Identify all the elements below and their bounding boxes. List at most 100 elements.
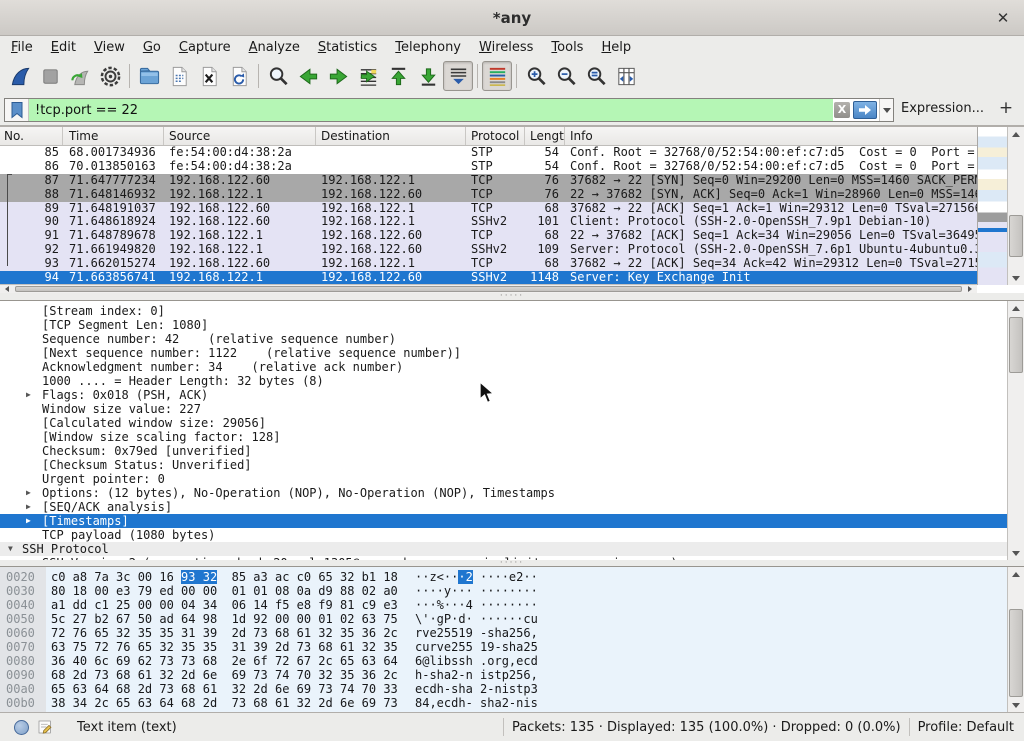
- hex-line[interactable]: 00a065 63 64 68 2d 73 68 61 32 2d 6e 69 …: [0, 682, 1007, 696]
- menu-item-view[interactable]: View: [85, 38, 134, 57]
- collapse-arrow-icon[interactable]: ▼: [8, 542, 13, 556]
- display-filter-field[interactable]: X: [4, 98, 894, 122]
- hex-line[interactable]: 009068 2d 73 68 61 32 2d 6e 69 73 74 70 …: [0, 668, 1007, 682]
- find-packet-button[interactable]: [263, 61, 293, 91]
- menu-item-capture[interactable]: Capture: [170, 38, 240, 57]
- filter-add-button[interactable]: +: [996, 97, 1016, 119]
- auto-scroll-button[interactable]: [443, 61, 473, 91]
- detail-line[interactable]: Checksum: 0x79ed [unverified]: [0, 444, 1007, 458]
- capture-comment-button[interactable]: [37, 719, 53, 735]
- hex-vscrollbar[interactable]: [1007, 567, 1024, 712]
- packet-list-vscrollbar[interactable]: [1007, 127, 1024, 285]
- scrollbar-thumb[interactable]: [1009, 215, 1023, 257]
- file-save-button[interactable]: [164, 61, 194, 91]
- go-previous-button[interactable]: [293, 61, 323, 91]
- detail-line[interactable]: [TCP Segment Len: 1080]: [0, 318, 1007, 332]
- filter-history-dropdown[interactable]: [879, 99, 893, 121]
- packet-row-85[interactable]: 8568.001734936fe:54:00:d4:38:2aSTP54Conf…: [0, 146, 977, 160]
- packet-row-86[interactable]: 8670.013850163fe:54:00:d4:38:2aSTP54Conf…: [0, 160, 977, 174]
- expert-info-button[interactable]: [14, 720, 29, 735]
- go-to-packet-button[interactable]: [353, 61, 383, 91]
- scroll-left-button[interactable]: [0, 285, 14, 293]
- details-vscrollbar[interactable]: [1007, 301, 1024, 560]
- expression-button[interactable]: Expression...: [901, 101, 984, 116]
- close-window-button[interactable]: ✕: [992, 7, 1014, 29]
- hex-line[interactable]: 003080 18 00 e3 79 ed 00 00 01 01 08 0a …: [0, 584, 1007, 598]
- packet-list-hscrollbar[interactable]: [0, 284, 977, 293]
- hex-line[interactable]: 006072 76 65 32 35 35 31 39 2d 73 68 61 …: [0, 626, 1007, 640]
- detail-line[interactable]: [Calculated window size: 29056]: [0, 416, 1007, 430]
- column-header-protocol[interactable]: Protocol: [466, 127, 525, 145]
- scroll-right-button[interactable]: [963, 285, 977, 293]
- scroll-up-button[interactable]: [1008, 127, 1024, 141]
- go-next-button[interactable]: [323, 61, 353, 91]
- menu-item-analyze[interactable]: Analyze: [240, 38, 309, 57]
- scroll-down-button[interactable]: [1008, 698, 1024, 712]
- colorize-button[interactable]: [482, 61, 512, 91]
- column-header-source[interactable]: Source: [164, 127, 316, 145]
- menu-item-wireless[interactable]: Wireless: [470, 38, 542, 57]
- detail-line[interactable]: [Next sequence number: 1122 (relative se…: [0, 346, 1007, 360]
- profile-button[interactable]: Profile: Default: [918, 720, 1014, 735]
- menu-item-edit[interactable]: Edit: [42, 38, 85, 57]
- scrollbar-thumb[interactable]: [15, 286, 962, 292]
- intelligent-scrollbar[interactable]: [977, 127, 1007, 285]
- packet-row-90[interactable]: 9071.648618924192.168.122.60192.168.122.…: [0, 215, 977, 229]
- detail-line[interactable]: ▼SSH Protocol: [0, 542, 1007, 556]
- expand-arrow-icon[interactable]: ▶: [26, 514, 31, 528]
- column-header-length[interactable]: Length: [525, 127, 565, 145]
- expand-arrow-icon[interactable]: ▶: [26, 486, 31, 500]
- menu-item-help[interactable]: Help: [592, 38, 640, 57]
- menu-item-file[interactable]: File: [2, 38, 42, 57]
- go-last-button[interactable]: [413, 61, 443, 91]
- resize-columns-button[interactable]: [611, 61, 641, 91]
- display-filter-input[interactable]: [29, 99, 833, 121]
- detail-line[interactable]: ▶[SEQ/ACK analysis]: [0, 500, 1007, 514]
- packet-row-88[interactable]: 8871.648146932192.168.122.1192.168.122.6…: [0, 188, 977, 202]
- detail-line[interactable]: Acknowledgment number: 34 (relative ack …: [0, 360, 1007, 374]
- column-header-time[interactable]: Time: [63, 127, 164, 145]
- scroll-up-button[interactable]: [1008, 567, 1024, 581]
- scroll-down-button[interactable]: [1008, 546, 1024, 560]
- packet-row-87[interactable]: 8771.647777234192.168.122.60192.168.122.…: [0, 174, 977, 188]
- detail-line[interactable]: ▶[Timestamps]: [0, 514, 1007, 528]
- detail-line[interactable]: Urgent pointer: 0: [0, 472, 1007, 486]
- menu-item-statistics[interactable]: Statistics: [309, 38, 386, 57]
- zoom-out-button[interactable]: [551, 61, 581, 91]
- detail-line[interactable]: [Checksum Status: Unverified]: [0, 458, 1007, 472]
- file-reload-button[interactable]: [224, 61, 254, 91]
- capture-restart-button[interactable]: [65, 61, 95, 91]
- capture-options-button[interactable]: [95, 61, 125, 91]
- hex-line[interactable]: 00b038 34 2c 65 63 64 68 2d 73 68 61 32 …: [0, 696, 1007, 710]
- scroll-up-button[interactable]: [1008, 301, 1024, 315]
- go-first-button[interactable]: [383, 61, 413, 91]
- column-header-destination[interactable]: Destination: [316, 127, 466, 145]
- scrollbar-thumb[interactable]: [1009, 609, 1023, 697]
- hex-line[interactable]: 0020c0 a8 7a 3c 00 16 93 32 85 a3 ac c0 …: [0, 570, 1007, 584]
- scroll-down-button[interactable]: [1008, 271, 1024, 285]
- menu-item-tools[interactable]: Tools: [542, 38, 592, 57]
- expand-arrow-icon[interactable]: ▶: [26, 500, 31, 514]
- hex-line[interactable]: 008036 40 6c 69 62 73 73 68 2e 6f 72 67 …: [0, 654, 1007, 668]
- column-header-no[interactable]: No.: [0, 127, 63, 145]
- capture-stop-button[interactable]: [35, 61, 65, 91]
- detail-line[interactable]: [Window size scaling factor: 128]: [0, 430, 1007, 444]
- detail-line[interactable]: Sequence number: 42 (relative sequence n…: [0, 332, 1007, 346]
- pane-splitter[interactable]: ·····: [0, 293, 1024, 300]
- filter-apply-button[interactable]: [853, 101, 877, 119]
- filter-bookmark-button[interactable]: [5, 99, 29, 121]
- packet-row-89[interactable]: 8971.648191037192.168.122.60192.168.122.…: [0, 202, 977, 216]
- menu-item-telephony[interactable]: Telephony: [386, 38, 470, 57]
- detail-line[interactable]: ▶Options: (12 bytes), No-Operation (NOP)…: [0, 486, 1007, 500]
- capture-start-button[interactable]: [5, 61, 35, 91]
- file-open-button[interactable]: [134, 61, 164, 91]
- detail-line[interactable]: 1000 .... = Header Length: 32 bytes (8): [0, 374, 1007, 388]
- detail-line[interactable]: ▶Flags: 0x018 (PSH, ACK): [0, 388, 1007, 402]
- detail-line[interactable]: TCP payload (1080 bytes): [0, 528, 1007, 542]
- zoom-original-button[interactable]: [581, 61, 611, 91]
- hex-line[interactable]: 00505c 27 b2 67 50 ad 64 98 1d 92 00 00 …: [0, 612, 1007, 626]
- detail-line[interactable]: Window size value: 227: [0, 402, 1007, 416]
- scrollbar-thumb[interactable]: [1009, 317, 1023, 373]
- hex-line[interactable]: 0040a1 dd c1 25 00 00 04 34 06 14 f5 e8 …: [0, 598, 1007, 612]
- detail-line[interactable]: [Stream index: 0]: [0, 304, 1007, 318]
